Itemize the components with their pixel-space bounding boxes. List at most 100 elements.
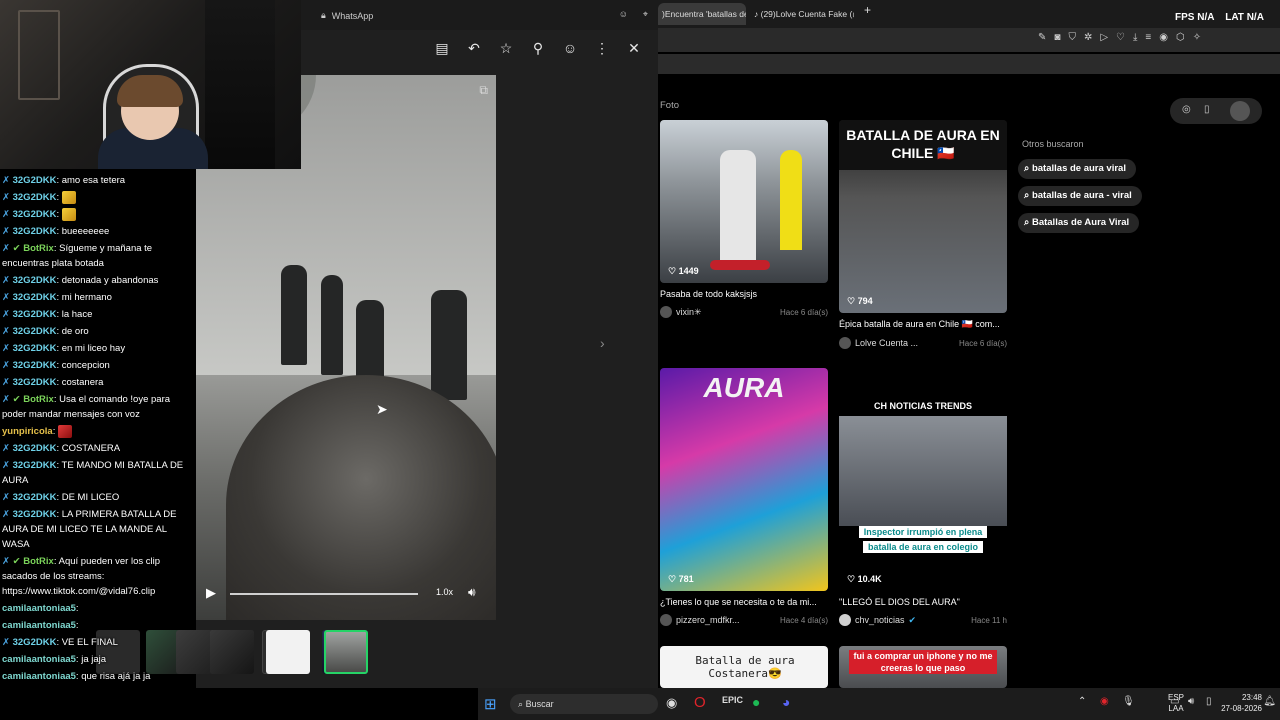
chat-separator: : [56,192,62,203]
battery-icon[interactable]: ▯ [1206,696,1212,707]
video-card[interactable]: fui a comprar un iphone y no me creeras … [839,646,1007,688]
play-icon[interactable]: ▷ [1100,32,1108,43]
heart-icon[interactable]: ♡ [1116,32,1125,43]
chat-text: mi hermano [61,292,112,303]
windows-start-icon[interactable]: ⊞ [484,695,497,713]
chat-username[interactable]: 32G2DKK [13,509,57,520]
related-search-chip[interactable]: ⌕ batallas de aura - viral [1018,186,1142,206]
epic-icon[interactable]: EPIC [722,695,743,705]
chat-username[interactable]: 32G2DKK [13,326,57,337]
more-icon[interactable]: ⋮ [586,38,618,58]
seek-bar[interactable] [230,593,418,595]
chat-username[interactable]: 32G2DKK [13,460,57,471]
download-icon[interactable]: ⤓ [1133,32,1137,43]
chat-username[interactable]: 32G2DKK [13,360,57,371]
ai-icon[interactable]: ✧ [1193,32,1201,43]
tray-app-icon[interactable]: ◉ [1100,696,1109,707]
clock[interactable]: 23:48 27-08-2026 [1221,692,1262,714]
video-card[interactable]: Batalla de aura Costanera😎 [660,646,828,688]
chat-text: que risa ajá ja ja [81,671,151,682]
obs-icon[interactable]: ◉ [666,695,677,711]
chat-username[interactable]: 32G2DKK [13,292,57,303]
chat-username[interactable]: yunpiricola [2,426,53,437]
chat-username[interactable]: camilaantoniaa5 [2,620,76,631]
chat-text: VE EL FINAL [61,637,118,648]
card-author[interactable]: chv_noticias [855,615,905,625]
video-card[interactable]: AURA ♡ 781 ¿Tienes lo que se necesita o … [660,368,828,626]
note-icon[interactable]: ▤ [426,38,458,58]
coin-icon[interactable]: ◎ [1182,104,1191,115]
volume-icon[interactable]: 🔊︎ [468,585,476,600]
chat-username[interactable]: 32G2DKK [13,309,57,320]
chevron-up-icon[interactable]: ⌃ [1078,696,1086,707]
video-card[interactable]: ♡ 1449 Pasaba de todo kaksjsjs vixin✳ Hac… [660,120,828,318]
microphone-icon[interactable]: 🎙︎ [1122,696,1135,707]
chat-username[interactable]: 32G2DKK [13,637,57,648]
like-count: ♡ 1449 [668,266,699,276]
chat-username[interactable]: 32G2DKK [13,275,57,286]
chat-username[interactable]: 32G2DKK [13,443,57,454]
chat-username[interactable]: camilaantoniaa5 [2,603,76,614]
edit-icon[interactable]: ✎ [1038,32,1046,43]
pin-icon[interactable]: ⚲ [522,38,554,58]
emoji-icon[interactable]: ☺ [619,9,628,19]
playback-speed[interactable]: 1.0x [436,587,453,597]
chat-username[interactable]: 32G2DKK [13,175,57,186]
chat-username[interactable]: 32G2DKK [13,226,57,237]
related-search-chip[interactable]: ⌕ batallas de aura viral [1018,159,1136,179]
spotify-icon[interactable]: ● [752,694,760,710]
next-media-icon[interactable]: › [600,335,605,351]
chat-separator: : [75,603,79,614]
close-icon[interactable]: ✕ [618,38,650,58]
media-thumbnail[interactable] [210,630,254,674]
new-tab-button[interactable]: + [864,3,871,17]
avatar[interactable] [1230,101,1250,121]
x-badge-icon: ✗ [2,243,13,254]
chat-username[interactable]: 32G2DKK [13,209,57,220]
external-open-icon[interactable]: ⧉ [479,83,488,98]
chat-message: yunpiricola: [0,423,196,440]
video-card[interactable]: BATALLA DE AURA EN CHILE 🇨🇱 ♡ 794 Épica … [839,120,1007,349]
cube-icon[interactable]: ⬡ [1176,32,1185,43]
chat-username[interactable]: BotRix [23,394,54,405]
related-search-chip[interactable]: ⌕ Batallas de Aura Viral [1018,213,1140,233]
extension-icon[interactable]: ✲ [1084,32,1092,43]
chat-username[interactable]: BotRix [23,243,54,254]
taskbar-search[interactable]: ⌕ Buscar [510,694,658,714]
emoji-icon[interactable]: ☺ [554,38,586,58]
chat-message: ✗ 32G2DKK: bueeeeeee [0,223,196,240]
chat-username[interactable]: camilaantoniaa5 [2,654,76,665]
speaker-icon[interactable]: 🔊︎ [1188,696,1194,707]
media-thumbnail-selected[interactable] [324,630,368,674]
chat-username[interactable]: 32G2DKK [13,343,57,354]
x-badge-icon: ✗ [2,637,13,648]
notification-icon[interactable]: 🔔︎ [1263,696,1276,707]
profile-icon[interactable]: ◉ [1159,32,1168,43]
chat-username[interactable]: 32G2DKK [13,192,57,203]
camera-icon[interactable]: ◙ [1054,32,1060,43]
chat-username[interactable]: 32G2DKK [13,492,57,503]
card-author[interactable]: Lolve Cuenta ... [855,338,918,348]
play-button[interactable]: ▶ [206,585,216,601]
star-icon[interactable]: ☆ [490,38,522,58]
shield-icon[interactable]: ⛉ [1068,32,1076,43]
browser-tab[interactable]: )Encuentra 'batallas de [658,3,746,25]
chat-username[interactable]: 32G2DKK [13,377,57,388]
list-icon[interactable]: ≡ [1145,32,1151,43]
discord-icon[interactable]: ◕ [782,694,790,710]
network-icon[interactable]: ▭ [1170,696,1179,707]
phone-icon[interactable]: ▯ [1204,104,1210,115]
pin-icon[interactable]: ⌖ [643,9,648,20]
x-badge-icon: ✗ [2,209,13,220]
opera-icon[interactable]: O [694,694,706,711]
media-thumbnail[interactable] [266,630,310,674]
chat-username[interactable]: camilaantoniaa5 [2,671,76,682]
video-card[interactable]: CH NOTICIAS TRENDS Inspector irrumpió en… [839,368,1007,626]
browser-tab[interactable]: ♪ (29)Lolve Cuenta Fake (@ [750,3,854,25]
chat-separator: : [56,209,62,220]
card-author[interactable]: vixin✳ [676,307,702,318]
card-author[interactable]: pizzero_mdfkr... [676,615,740,625]
reply-icon[interactable]: ↶ [458,38,490,58]
x-badge-icon: ✗ [2,360,13,371]
chat-username[interactable]: BotRix [23,556,54,567]
